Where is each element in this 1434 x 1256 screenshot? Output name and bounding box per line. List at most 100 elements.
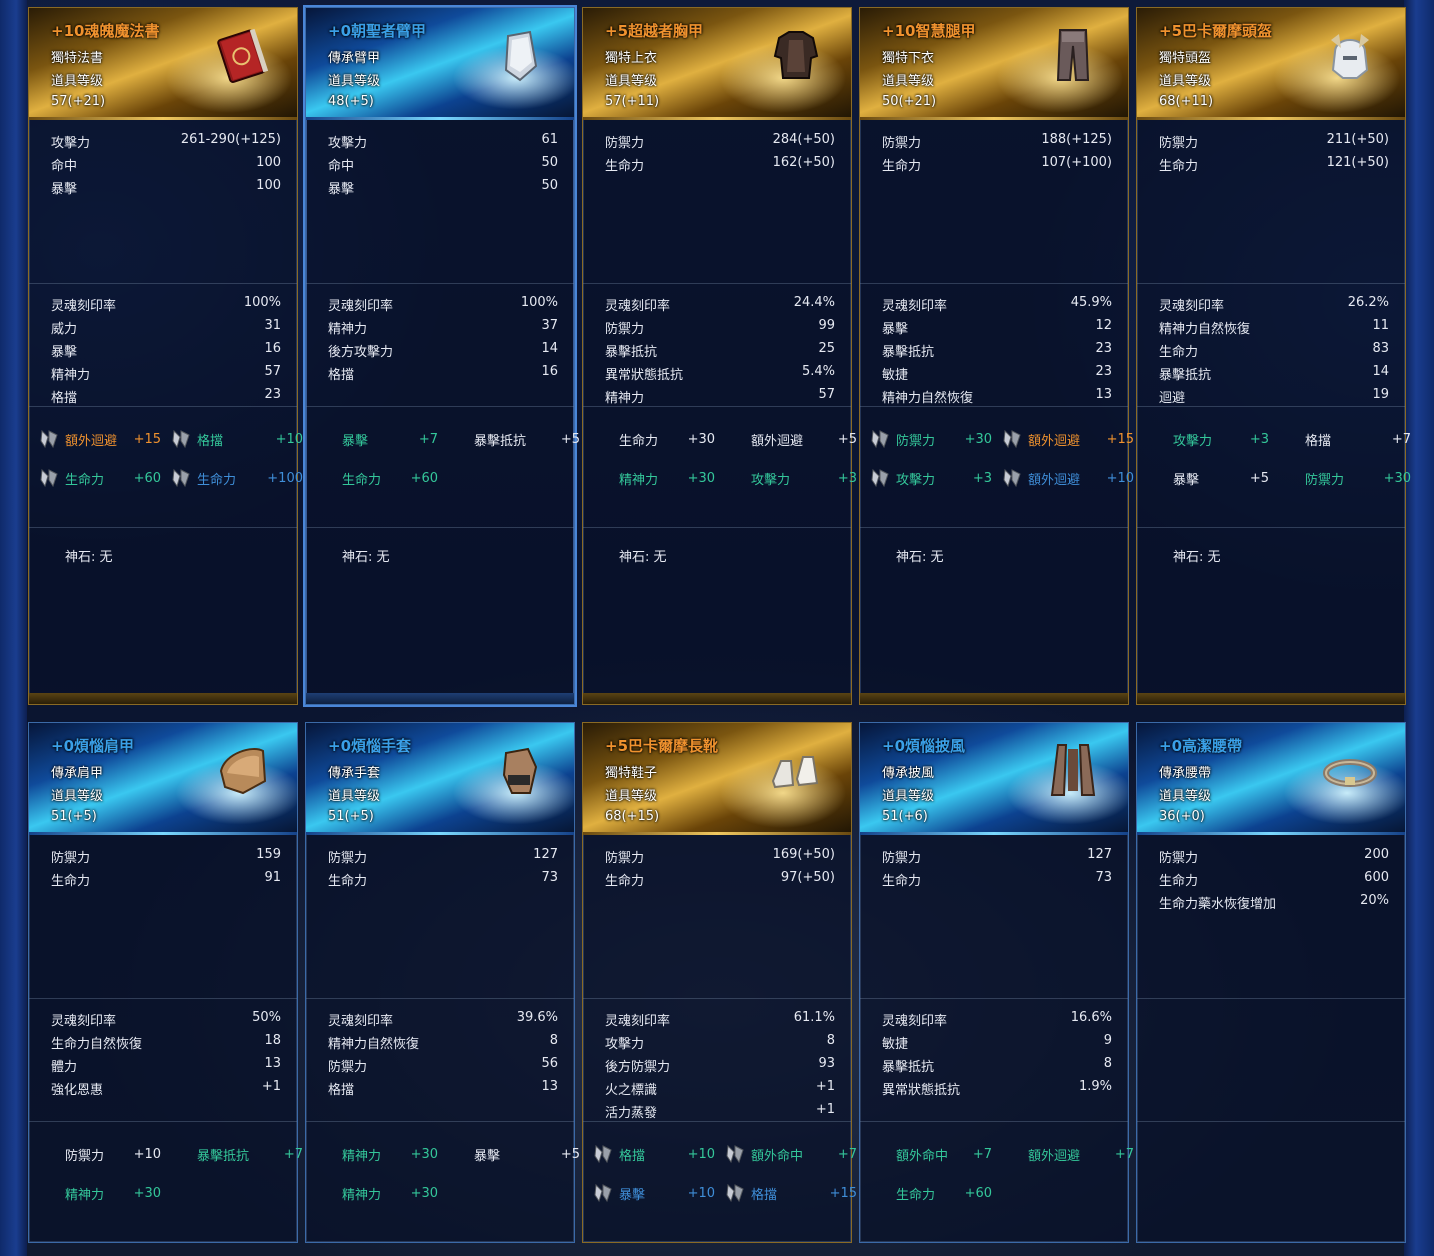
stat-value: +1 bbox=[815, 1079, 835, 1094]
equipment-card[interactable]: +0煩惱手套 傳承手套 道具等级 51(+5) 防禦力 127 生命力 73 灵魂刻印率 39.6… bbox=[305, 722, 580, 1243]
item-level-label: 道具等级 bbox=[882, 74, 935, 89]
bonus-value: +60 bbox=[964, 1185, 992, 1201]
stat-value: 23 bbox=[264, 387, 281, 402]
stat-label: 異常狀態抵抗 bbox=[605, 368, 684, 383]
stat-label: 防禦力 bbox=[1159, 851, 1199, 866]
bonus-label: 暴擊抵抗 bbox=[197, 1148, 250, 1164]
soul-stat-row: 灵魂刻印率 16.6% bbox=[882, 1010, 1112, 1030]
equipment-card[interactable]: +5巴卡爾摩頭盔 獨特頭盔 道具等级 68(+11) 防禦力 211(+50) 生命力 121… bbox=[1136, 7, 1411, 705]
cloak-icon bbox=[1044, 741, 1102, 803]
equipment-card[interactable]: +0煩惱肩甲 傳承肩甲 道具等级 51(+5) 防禦力 159 生命力 91 灵魂刻印率 50% 生… bbox=[28, 722, 303, 1243]
item-name: +10魂魄魔法書 bbox=[51, 22, 160, 40]
stat-label: 攻擊力 bbox=[51, 136, 91, 151]
bonus-stats: 防禦力 +30 額外迴避 +15 攻擊力 +3 額外迴避 +10 bbox=[860, 406, 1134, 527]
stat-value: 100% bbox=[520, 295, 558, 310]
soul-stat-row: 灵魂刻印率 100% bbox=[51, 295, 281, 315]
soul-stat-row: 暴擊 12 bbox=[882, 318, 1112, 338]
item-name: +0煩惱肩甲 bbox=[51, 737, 135, 755]
stat-label: 精神力 bbox=[605, 391, 645, 406]
stat-label: 命中 bbox=[328, 159, 355, 174]
equipment-card[interactable]: +5巴卡爾摩長靴 獨特鞋子 道具等级 68(+15) 防禦力 169(+50) 生命力 97(… bbox=[582, 722, 857, 1243]
soul-stat-row: 威力 31 bbox=[51, 318, 281, 338]
soul-stats: 灵魂刻印率 26.2% 精神力自然恢復 11 生命力 83 暴擊抵抗 14 迴避 19 bbox=[1137, 283, 1405, 406]
bonus-stats bbox=[1137, 1121, 1405, 1242]
base-stat-row: 防禦力 127 bbox=[328, 847, 558, 867]
stat-label: 格擋 bbox=[51, 391, 78, 406]
stat-value: 14 bbox=[541, 341, 558, 356]
bonus-label: 額外命中 bbox=[751, 1148, 804, 1164]
stat-value: 97(+50) bbox=[780, 870, 835, 885]
base-stat-row: 防禦力 284(+50) bbox=[605, 132, 835, 152]
soul-stat-row: 精神力 37 bbox=[328, 318, 558, 338]
bonus-label: 格擋 bbox=[197, 433, 224, 449]
base-stats: 防禦力 127 生命力 73 bbox=[860, 835, 1128, 998]
bonus-label: 額外迴避 bbox=[1028, 472, 1081, 488]
item-type: 傳承腰帶 bbox=[1159, 766, 1212, 781]
soul-stat-row: 敏捷 9 bbox=[882, 1033, 1112, 1053]
stat-label: 灵魂刻印率 bbox=[51, 1014, 117, 1029]
bonus-label: 精神力 bbox=[342, 1187, 382, 1203]
bonus-stat: 精神力 +30 bbox=[342, 1144, 448, 1164]
item-level-value: 57(+21) bbox=[51, 94, 106, 109]
soul-stone-section: 神石: 无 bbox=[29, 527, 297, 693]
soul-stat-row: 暴擊抵抗 8 bbox=[882, 1056, 1112, 1076]
gem-icon bbox=[725, 1144, 745, 1164]
base-stats: 防禦力 127 生命力 73 bbox=[306, 835, 574, 998]
soul-stats bbox=[1137, 998, 1405, 1121]
soul-stat-row: 灵魂刻印率 100% bbox=[328, 295, 558, 315]
card-header: +0煩惱手套 傳承手套 道具等级 51(+5) bbox=[306, 723, 574, 835]
stat-value: 12 bbox=[1095, 318, 1112, 333]
soul-stat-row: 灵魂刻印率 39.6% bbox=[328, 1010, 558, 1030]
equipment-card[interactable]: +5超越者胸甲 獨特上衣 道具等级 57(+11) 防禦力 284(+50) 生命力 162(… bbox=[582, 7, 857, 705]
gem-icon bbox=[171, 468, 191, 488]
base-stats: 攻擊力 261-290(+125) 命中 100 暴擊 100 bbox=[29, 120, 297, 283]
stat-value: 39.6% bbox=[516, 1010, 558, 1025]
card-header: +0煩惱披風 傳承披風 道具等级 51(+6) bbox=[860, 723, 1128, 835]
stat-value: 13 bbox=[541, 1079, 558, 1094]
equipment-card[interactable]: +0煩惱披風 傳承披風 道具等级 51(+6) 防禦力 127 生命力 73 灵魂刻印率 16.6… bbox=[859, 722, 1134, 1243]
item-level-label: 道具等级 bbox=[51, 789, 104, 804]
soul-stat-row: 防禦力 56 bbox=[328, 1056, 558, 1076]
bonus-label: 精神力 bbox=[65, 1187, 105, 1203]
bonus-label: 攻擊力 bbox=[896, 472, 936, 488]
item-name: +5超越者胸甲 bbox=[605, 22, 704, 40]
card-header: +0高潔腰帶 傳承腰帶 道具等级 36(+0) bbox=[1137, 723, 1405, 835]
stat-value: 14 bbox=[1372, 364, 1389, 379]
stat-value: 24.4% bbox=[793, 295, 835, 310]
stat-value: 107(+100) bbox=[1041, 155, 1112, 170]
equipment-card[interactable]: +0朝聖者臂甲 傳承臂甲 道具等级 48(+5) 攻擊力 61 命中 50 暴擊 50 灵魂刻印率 1… bbox=[305, 7, 580, 705]
stat-value: 50 bbox=[541, 155, 558, 170]
bonus-stat: 生命力 +30 bbox=[619, 429, 725, 449]
soul-stat-row: 暴擊 16 bbox=[51, 341, 281, 361]
base-stat-row: 防禦力 200 bbox=[1159, 847, 1389, 867]
stat-label: 灵魂刻印率 bbox=[605, 1014, 671, 1029]
equipment-card[interactable]: +10魂魄魔法書 獨特法書 道具等级 57(+21) 攻擊力 261-290(+125) 命… bbox=[28, 7, 303, 705]
bonus-stat: 額外迴避 +5 bbox=[751, 429, 857, 449]
bonus-value: +30 bbox=[1383, 470, 1411, 486]
equipment-card[interactable]: +10智慧腿甲 獨特下衣 道具等级 50(+21) 防禦力 188(+125) 生命力 107… bbox=[859, 7, 1134, 705]
equipment-card[interactable]: +0高潔腰帶 傳承腰帶 道具等级 36(+0) 防禦力 200 生命力 600 生命力藥水恢復增… bbox=[1136, 722, 1406, 1243]
item-level-label: 道具等级 bbox=[605, 789, 658, 804]
soul-stat-row: 敏捷 23 bbox=[882, 364, 1112, 384]
stat-value: 127 bbox=[533, 847, 558, 862]
stat-label: 生命力 bbox=[605, 159, 645, 174]
card-header: +10智慧腿甲 獨特下衣 道具等级 50(+21) bbox=[860, 8, 1128, 120]
chest-armor-icon bbox=[767, 26, 825, 88]
stat-label: 精神力自然恢復 bbox=[882, 391, 974, 406]
item-type: 傳承肩甲 bbox=[51, 766, 104, 781]
card-footer bbox=[860, 693, 1128, 704]
bonus-stat: 暴擊抵抗 +5 bbox=[474, 429, 580, 449]
stat-label: 防禦力 bbox=[882, 851, 922, 866]
soul-stat-row: 灵魂刻印率 61.1% bbox=[605, 1010, 835, 1030]
bonus-stat: 生命力 +100 bbox=[171, 468, 303, 488]
stat-label: 防禦力 bbox=[1159, 136, 1199, 151]
stat-value: 99 bbox=[818, 318, 835, 333]
base-stat-row: 生命力 73 bbox=[882, 870, 1112, 890]
soul-stone-status: 神石: 无 bbox=[65, 550, 113, 565]
base-stat-row: 攻擊力 61 bbox=[328, 132, 558, 152]
gem-icon bbox=[725, 1183, 745, 1203]
item-name: +0煩惱披風 bbox=[882, 737, 966, 755]
stat-label: 精神力 bbox=[328, 322, 368, 337]
stat-label: 後方防禦力 bbox=[605, 1060, 671, 1075]
bonus-stat: 防禦力 +10 bbox=[65, 1144, 171, 1164]
